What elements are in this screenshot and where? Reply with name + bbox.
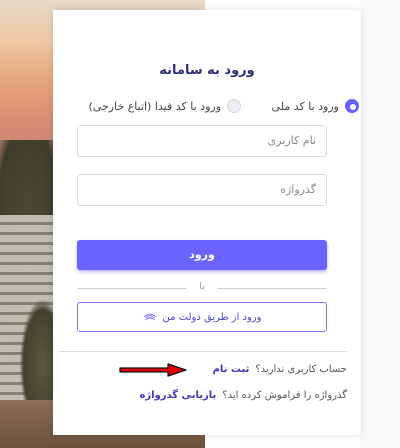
fingerprint-icon bbox=[143, 313, 156, 321]
radio-national-label: ورود با کد ملی bbox=[271, 99, 339, 113]
radio-unchecked-icon[interactable] bbox=[227, 99, 241, 113]
register-link[interactable]: ثبت نام bbox=[213, 364, 250, 375]
or-label: یا bbox=[199, 282, 205, 292]
page-margin bbox=[360, 0, 400, 448]
page-title: ورود به سامانه bbox=[159, 63, 255, 78]
recover-password-link[interactable]: بازیابی گذرواژه bbox=[139, 390, 216, 401]
radio-fida-code[interactable]: ورود با کد فیدا (اتباع خارجی) bbox=[88, 96, 241, 116]
radio-fida-label: ورود با کد فیدا (اتباع خارجی) bbox=[88, 99, 221, 113]
login-card: ورود به سامانه ورود با کد ملی ورود با کد… bbox=[53, 10, 361, 435]
forgot-row: گذرواژه را فراموش کرده اید؟ بازیابی گذرو… bbox=[139, 390, 347, 401]
or-divider: یا bbox=[77, 282, 327, 294]
section-separator bbox=[59, 351, 347, 352]
gov-login-button[interactable]: ورود از طریق دولت من bbox=[77, 302, 327, 332]
forgot-password-text: گذرواژه را فراموش کرده اید؟ bbox=[222, 390, 347, 401]
red-arrow-icon bbox=[119, 363, 187, 377]
no-account-text: حساب کاربری ندارید؟ bbox=[255, 364, 347, 375]
register-row: حساب کاربری ندارید؟ ثبت نام bbox=[213, 364, 347, 375]
username-field[interactable]: نام کاربری bbox=[77, 125, 327, 157]
radio-checked-icon[interactable] bbox=[345, 99, 359, 113]
gov-login-label: ورود از طریق دولت من bbox=[162, 311, 262, 323]
radio-national-code[interactable]: ورود با کد ملی bbox=[272, 96, 359, 116]
password-field[interactable]: گذرواژه bbox=[77, 174, 327, 206]
login-button[interactable]: ورود bbox=[77, 240, 327, 270]
divider-line bbox=[217, 288, 327, 289]
